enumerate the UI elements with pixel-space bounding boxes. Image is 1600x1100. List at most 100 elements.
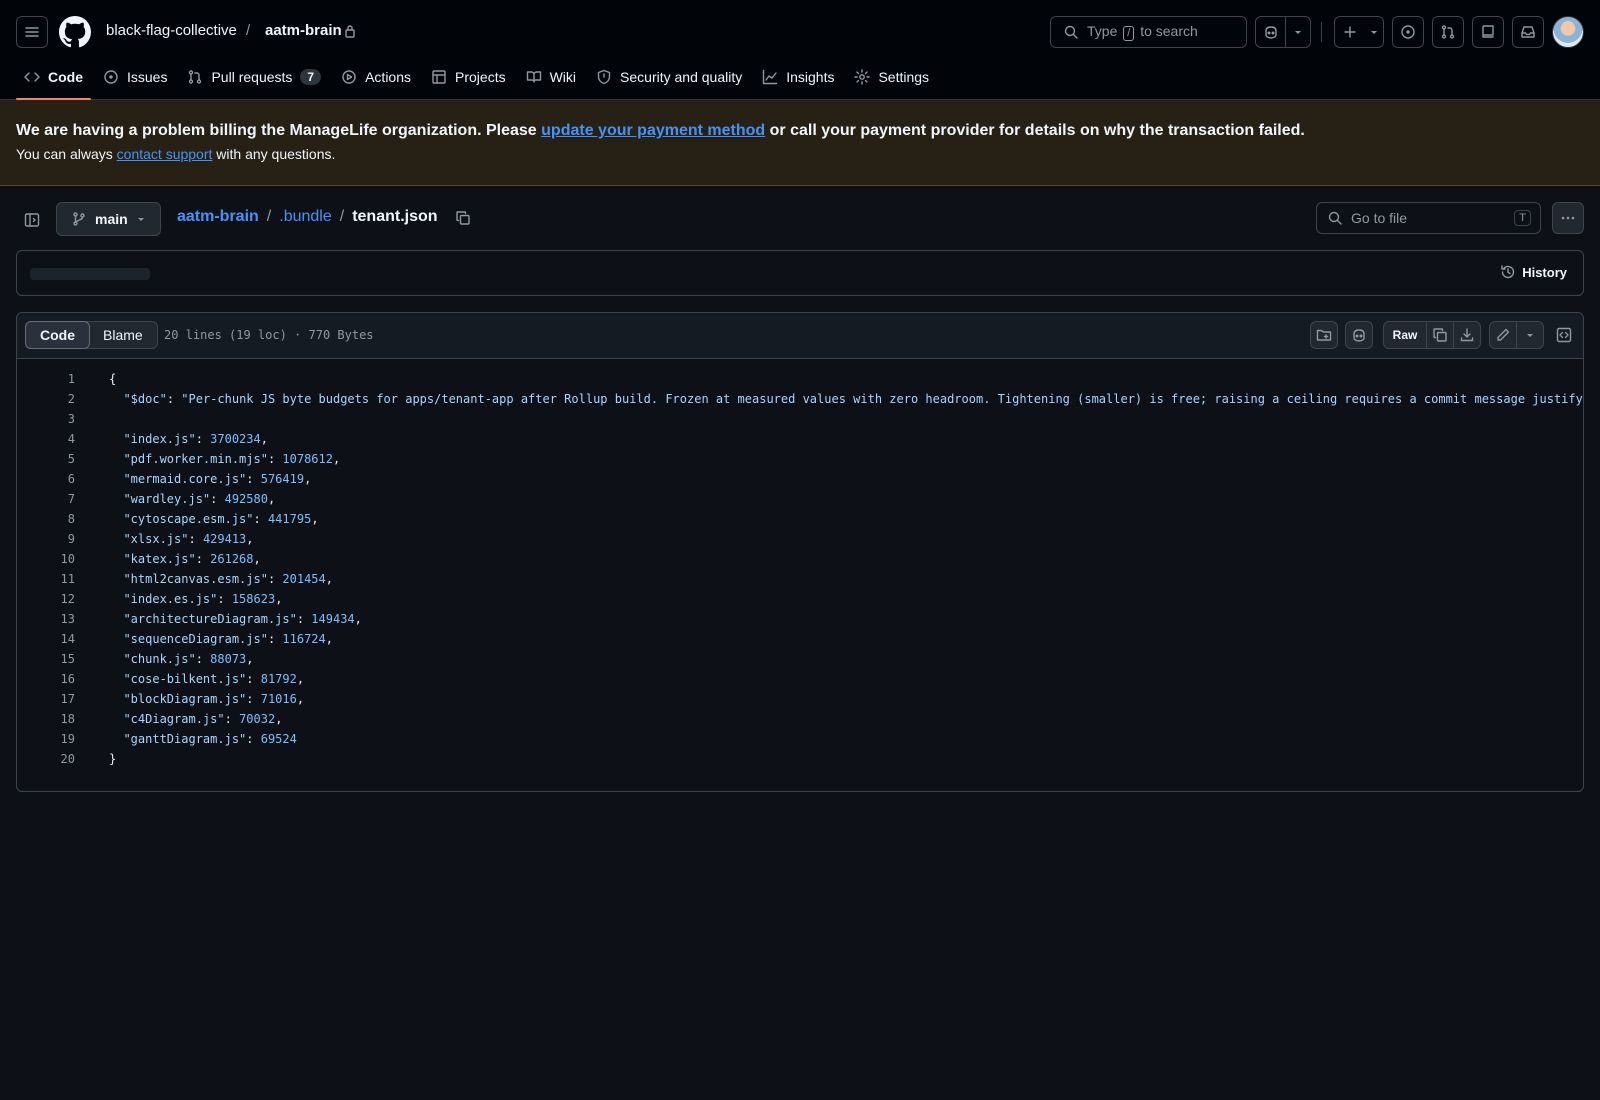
raw-button[interactable]: Raw	[1383, 321, 1427, 349]
latest-commit-box: History	[16, 250, 1584, 296]
code-square-icon	[1556, 327, 1572, 343]
json-comma: ,	[325, 632, 333, 646]
more-options-button[interactable]	[1552, 202, 1584, 234]
tab-label: Security and quality	[620, 69, 743, 85]
blame-view-button[interactable]: Blame	[89, 322, 157, 348]
repositories-button[interactable]	[1472, 16, 1504, 48]
json-comma: ,	[304, 472, 312, 486]
file-viewer-header: Code Blame 20 lines (19 loc) · 770 Bytes…	[17, 313, 1583, 359]
json-key: "mermaid.core.js"	[123, 472, 247, 486]
breadcrumb-dir-link[interactable]: .bundle	[279, 208, 332, 226]
code-line: 17 "blockDiagram.js": 71016,	[17, 689, 1583, 709]
org-link[interactable]: black-flag-collective	[106, 22, 237, 39]
copilot-split-button[interactable]	[1255, 16, 1311, 48]
tab-insights[interactable]: Insights	[754, 60, 842, 94]
code-text: "cytoscape.esm.js": 441795,	[123, 512, 319, 526]
json-key: "$doc"	[123, 392, 167, 406]
code-text: "mermaid.core.js": 576419,	[123, 472, 312, 486]
json-comma: ,	[253, 552, 261, 566]
tab-issues[interactable]: Issues	[95, 60, 175, 94]
breadcrumb-separator: /	[339, 208, 345, 225]
copilot-ask-button[interactable]	[1345, 321, 1373, 349]
tab-settings[interactable]: Settings	[846, 60, 937, 94]
tab-pull-requests[interactable]: Pull requests 7	[179, 60, 329, 94]
tab-label: Issues	[127, 69, 168, 85]
open-in-folder-button[interactable]	[1310, 321, 1338, 349]
download-raw-button[interactable]	[1453, 321, 1481, 349]
github-logo-icon[interactable]	[59, 16, 91, 48]
json-key: "sequenceDiagram.js"	[123, 632, 268, 646]
git-pull-request-icon	[189, 70, 202, 84]
repo-nav: Code Issues Pull requests 7 Actions Proj…	[16, 60, 937, 100]
json-number: 492580	[224, 492, 268, 506]
code-view-button[interactable]: Code	[25, 321, 90, 349]
graph-icon	[763, 69, 778, 85]
copy-icon	[456, 211, 470, 225]
breadcrumb-separator: /	[246, 22, 251, 39]
update-payment-link[interactable]: update your payment method	[541, 122, 765, 139]
go-to-file-placeholder: Go to file	[1351, 210, 1408, 226]
json-number: 261268	[210, 552, 254, 566]
chevron-down-icon[interactable]	[1286, 17, 1310, 47]
history-icon	[1501, 265, 1515, 279]
pencil-icon	[1497, 328, 1510, 341]
code-text: "index.es.js": 158623,	[123, 592, 283, 606]
banner-text: You can always	[16, 146, 117, 162]
tab-wiki[interactable]: Wiki	[518, 60, 584, 94]
tab-label: Projects	[455, 69, 506, 85]
hamburger-icon	[25, 27, 39, 37]
json-key: "blockDiagram.js"	[123, 692, 247, 706]
code-text: {	[109, 372, 117, 386]
copy-raw-button[interactable]	[1426, 321, 1454, 349]
lock-icon	[344, 24, 356, 38]
json-number: 149434	[311, 612, 355, 626]
code-text: "sequenceDiagram.js": 116724,	[123, 632, 333, 646]
inbox-button[interactable]	[1512, 16, 1544, 48]
download-icon	[1460, 328, 1474, 342]
edit-file-button[interactable]	[1489, 321, 1517, 349]
create-new-button[interactable]	[1334, 16, 1384, 48]
copy-path-button[interactable]	[455, 210, 471, 226]
json-key: "index.es.js"	[123, 592, 218, 606]
code-line: 10 "katex.js": 261268,	[17, 549, 1583, 569]
issues-button[interactable]	[1392, 16, 1424, 48]
code-line: 20}	[17, 749, 1583, 769]
json-number: 201454	[282, 572, 326, 586]
code-text: "ganttDiagram.js": 69524	[123, 732, 297, 746]
git-pull-request-icon	[1441, 25, 1455, 39]
toggle-file-tree-button[interactable]	[16, 204, 48, 236]
tab-label: Actions	[365, 69, 412, 85]
tab-code[interactable]: Code	[16, 60, 91, 100]
symbols-panel-button[interactable]	[1550, 321, 1578, 349]
shield-icon	[597, 69, 611, 85]
avatar[interactable]	[1552, 16, 1584, 48]
edit-options-dropdown[interactable]	[1516, 321, 1544, 349]
repo-link[interactable]: aatm-brain	[265, 22, 342, 39]
shortcut-key: T	[1514, 210, 1531, 226]
branch-selector[interactable]: main	[56, 202, 161, 236]
json-comma: ,	[275, 712, 283, 726]
code-line: 9 "xlsx.js": 429413,	[17, 529, 1583, 549]
global-search-input[interactable]: Type / to search	[1050, 16, 1247, 48]
line-number: 7	[67, 492, 75, 506]
tab-security[interactable]: Security and quality	[588, 60, 750, 94]
history-button[interactable]: History	[1500, 264, 1567, 280]
global-header: black-flag-collective / aatm-brain Type …	[0, 0, 1600, 100]
json-comma: ,	[275, 592, 283, 606]
copilot-icon[interactable]	[1256, 17, 1285, 47]
breadcrumb-repo-link[interactable]: aatm-brain	[177, 208, 259, 226]
line-number: 13	[60, 612, 75, 626]
go-to-file-input[interactable]: Go to file T	[1316, 202, 1541, 234]
gear-icon	[854, 69, 871, 85]
tab-actions[interactable]: Actions	[333, 60, 419, 94]
json-key: "html2canvas.esm.js"	[123, 572, 268, 586]
pull-requests-button[interactable]	[1432, 16, 1464, 48]
json-comma: ,	[354, 612, 362, 626]
menu-button[interactable]	[16, 16, 48, 48]
json-number: 1078612	[282, 452, 333, 466]
contact-support-link[interactable]: contact support	[117, 146, 213, 162]
json-comma: ,	[246, 652, 254, 666]
billing-warning-banner: We are having a problem billing the Mana…	[0, 100, 1600, 186]
tab-projects[interactable]: Projects	[423, 60, 514, 94]
code-text: "chunk.js": 88073,	[123, 652, 254, 666]
